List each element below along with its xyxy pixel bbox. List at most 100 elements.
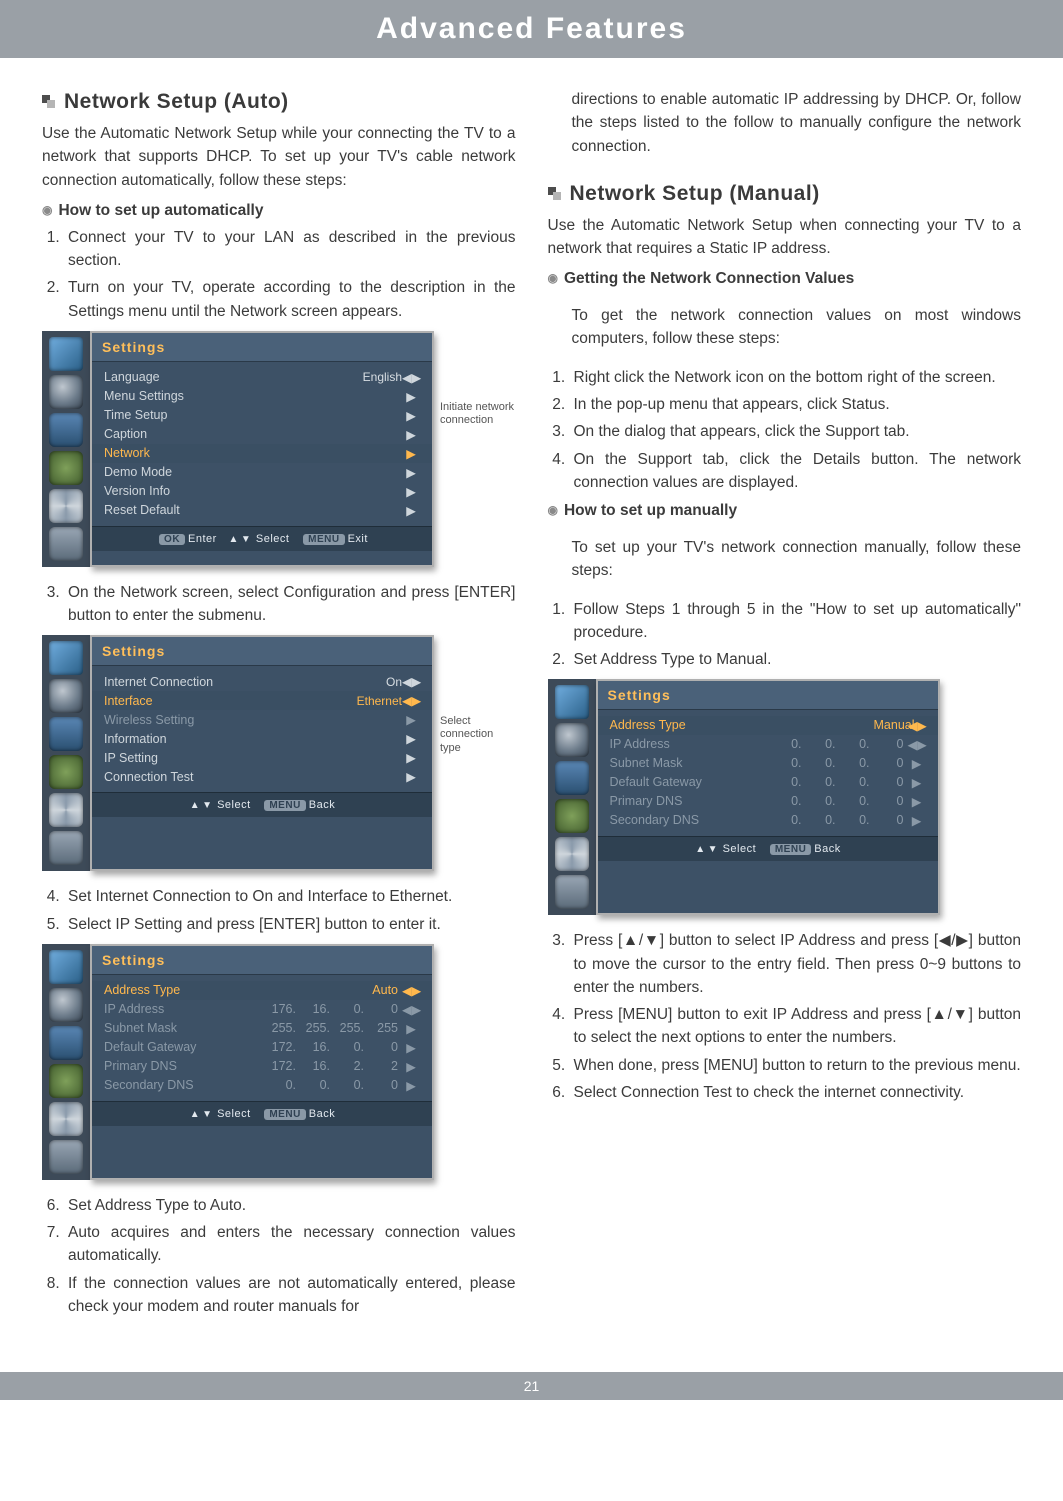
channel-icon — [49, 413, 83, 447]
menu-row[interactable]: LanguageEnglish◀▶ — [92, 368, 432, 387]
menu-row[interactable]: Primary DNS0.0.0.0▶ — [598, 792, 938, 811]
menu-row[interactable]: Caption▶ — [92, 425, 432, 444]
get-values-steps: Right click the Network icon on the bott… — [548, 366, 1022, 494]
step: Turn on your TV, operate according to th… — [64, 276, 516, 323]
section-heading-manual: Network Setup (Manual) — [548, 182, 1022, 206]
tv-footer: ▲▼ Select MENUBack — [92, 792, 432, 817]
picture-icon — [49, 641, 83, 675]
sound-icon — [49, 679, 83, 713]
tv-sidebar — [548, 679, 596, 915]
menu-row[interactable]: InterfaceEthernet◀▶ — [92, 691, 432, 710]
step: Select IP Setting and press [ENTER] butt… — [64, 913, 516, 936]
menu-row[interactable]: IP Address0.0.0.0◀▶ — [598, 735, 938, 754]
section-marker-icon — [548, 187, 562, 201]
step: In the pop-up menu that appears, click S… — [570, 393, 1022, 416]
settings-icon — [555, 837, 589, 871]
picture-icon — [49, 337, 83, 371]
menu-row[interactable]: Default Gateway0.0.0.0▶ — [598, 773, 938, 792]
tv-panel-title: Settings — [92, 637, 432, 666]
step: Set Address Type to Auto. — [64, 1194, 516, 1217]
channel-icon — [49, 717, 83, 751]
auto-steps: Set Address Type to Auto. Auto acquires … — [42, 1194, 516, 1318]
step: Follow Steps 1 through 5 in the "How to … — [570, 598, 1022, 645]
sub-head-auto: How to set up automatically — [42, 202, 516, 220]
step: Connect your TV to your LAN as described… — [64, 226, 516, 273]
menu-row[interactable]: Demo Mode▶ — [92, 463, 432, 482]
sound-icon — [49, 375, 83, 409]
home-icon — [49, 1140, 83, 1174]
manual-lead: To set up your TV's network connection m… — [572, 536, 1022, 583]
lock-icon — [49, 451, 83, 485]
tv-footer: ▲▼ Select MENUBack — [598, 836, 938, 861]
menu-row[interactable]: Information▶ — [92, 729, 432, 748]
home-icon — [49, 831, 83, 865]
settings-icon — [49, 1102, 83, 1136]
menu-row[interactable]: Secondary DNS0.0.0.0▶ — [598, 811, 938, 830]
menu-row[interactable]: Reset Default▶ — [92, 501, 432, 520]
auto-steps: Set Internet Connection to On and Interf… — [42, 885, 516, 936]
sound-icon — [49, 988, 83, 1022]
sub-head-get-values: Getting the Network Connection Values — [548, 270, 1022, 288]
tv-settings-panel: Settings LanguageEnglish◀▶Menu Settings▶… — [90, 331, 434, 567]
continuation-text: directions to enable automatic IP addres… — [572, 88, 1022, 158]
lock-icon — [49, 1064, 83, 1098]
tv-footer: ▲▼ Select MENUBack — [92, 1101, 432, 1126]
step: Set Internet Connection to On and Interf… — [64, 885, 516, 908]
picture-icon — [555, 685, 589, 719]
menu-row[interactable]: Primary DNS172.16.2.2▶ — [92, 1057, 432, 1076]
home-icon — [49, 527, 83, 561]
tv-ip-panel-manual: Settings Address TypeManual◀▶IP Address0… — [596, 679, 940, 915]
step: Set Address Type to Manual. — [570, 648, 1022, 671]
tv-sidebar — [42, 635, 90, 871]
sub-head-manual: How to set up manually — [548, 502, 1022, 520]
menu-row[interactable]: Subnet Mask0.0.0.0▶ — [598, 754, 938, 773]
get-values-lead: To get the network connection values on … — [572, 304, 1022, 351]
menu-row[interactable]: Address TypeAuto◀▶ — [92, 981, 432, 1000]
left-column: Network Setup (Auto) Use the Automatic N… — [42, 84, 516, 1322]
step: If the connection values are not automat… — [64, 1272, 516, 1319]
tv-panel-title: Settings — [598, 681, 938, 710]
step: Right click the Network icon on the bott… — [570, 366, 1022, 389]
page-number: 21 — [0, 1372, 1063, 1400]
step: Select Connection Test to check the inte… — [570, 1081, 1022, 1104]
menu-row[interactable]: Subnet Mask255.255.255.255▶ — [92, 1019, 432, 1038]
section-heading-auto: Network Setup (Auto) — [42, 90, 516, 114]
tv-network-panel: Settings Internet ConnectionOn◀▶Interfac… — [90, 635, 434, 871]
menu-row[interactable]: IP Address176.16.0.0◀▶ — [92, 1000, 432, 1019]
tv-panel-title: Settings — [92, 333, 432, 362]
menu-row[interactable]: Version Info▶ — [92, 482, 432, 501]
menu-row[interactable]: Secondary DNS0.0.0.0▶ — [92, 1076, 432, 1095]
lock-icon — [555, 799, 589, 833]
menu-row[interactable]: Connection Test▶ — [92, 767, 432, 786]
menu-row[interactable]: Wireless Setting▶ — [92, 710, 432, 729]
right-column: directions to enable automatic IP addres… — [548, 84, 1022, 1322]
tv-sidebar — [42, 331, 90, 567]
menu-row[interactable]: Time Setup▶ — [92, 406, 432, 425]
channel-icon — [555, 761, 589, 795]
lead-text: Use the Automatic Network Setup while yo… — [42, 122, 516, 192]
step: On the Network screen, select Configurat… — [64, 581, 516, 628]
auto-steps: On the Network screen, select Configurat… — [42, 581, 516, 628]
section-marker-icon — [42, 95, 56, 109]
callout-text: Initiate network connection — [440, 401, 516, 427]
auto-steps: Connect your TV to your LAN as described… — [42, 226, 516, 323]
lead-text: Use the Automatic Network Setup when con… — [548, 214, 1022, 261]
menu-row[interactable]: Address TypeManual◀▶ — [598, 716, 938, 735]
menu-row[interactable]: Menu Settings▶ — [92, 387, 432, 406]
settings-icon — [49, 793, 83, 827]
menu-row[interactable]: IP Setting▶ — [92, 748, 432, 767]
tv-panel-title: Settings — [92, 946, 432, 975]
manual-steps: Press [▲/▼] button to select IP Address … — [548, 929, 1022, 1104]
sound-icon — [555, 723, 589, 757]
step: Press [MENU] button to exit IP Address a… — [570, 1003, 1022, 1050]
step: Auto acquires and enters the necessary c… — [64, 1221, 516, 1268]
menu-row[interactable]: Default Gateway172.16.0.0▶ — [92, 1038, 432, 1057]
manual-steps: Follow Steps 1 through 5 in the "How to … — [548, 598, 1022, 672]
menu-row[interactable]: Internet ConnectionOn◀▶ — [92, 672, 432, 691]
menu-row[interactable]: Network▶ — [92, 444, 432, 463]
home-icon — [555, 875, 589, 909]
lock-icon — [49, 755, 83, 789]
channel-icon — [49, 1026, 83, 1060]
picture-icon — [49, 950, 83, 984]
tv-sidebar — [42, 944, 90, 1180]
